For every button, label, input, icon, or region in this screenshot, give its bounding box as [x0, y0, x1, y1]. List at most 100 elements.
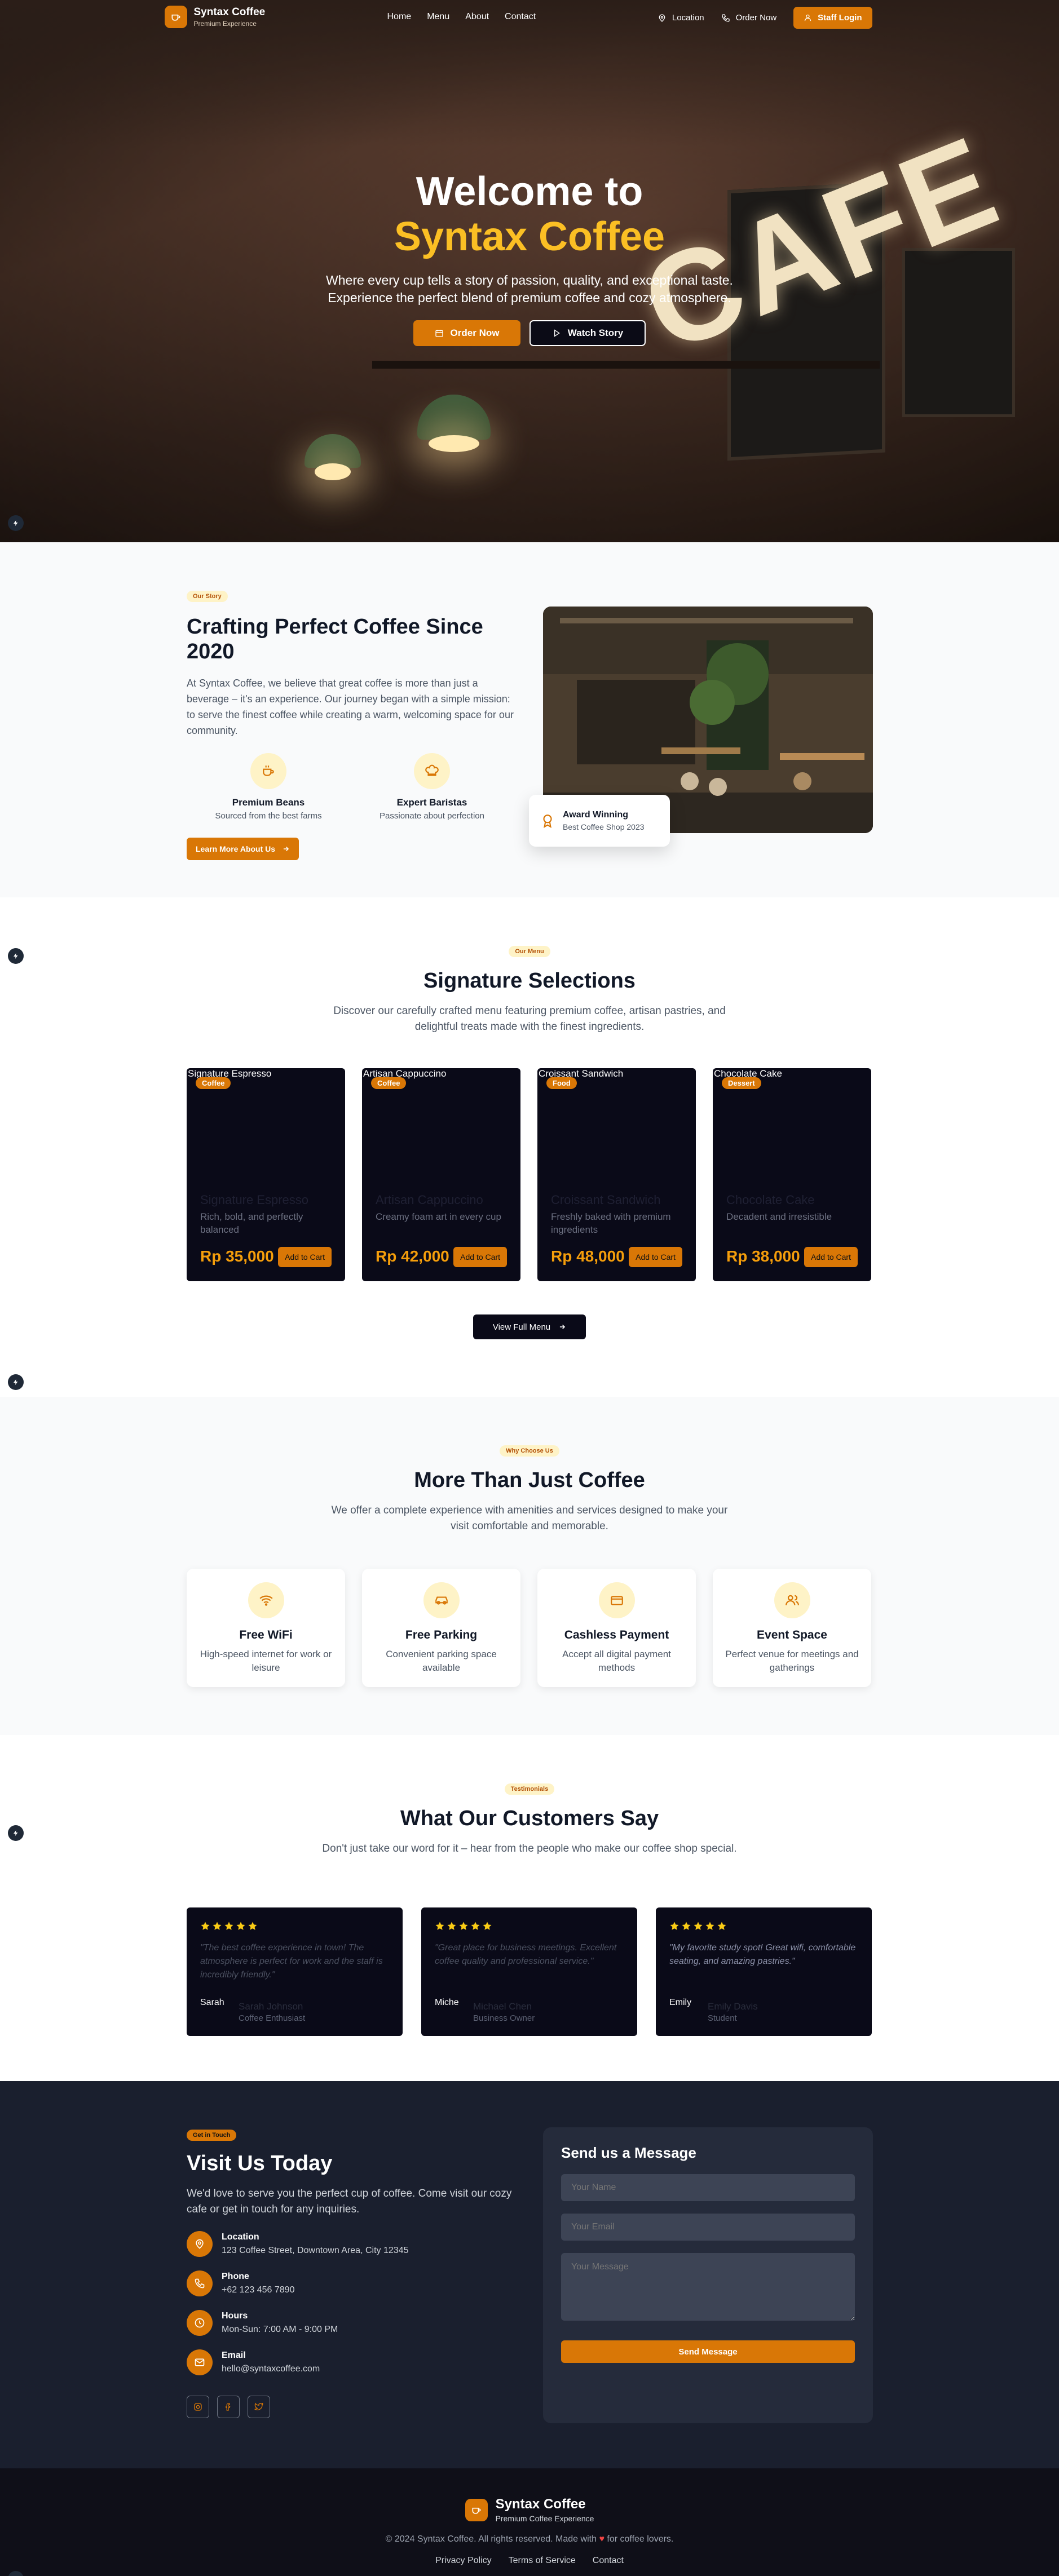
- star-rating: [435, 1921, 624, 1931]
- contact-item-location: Location 123 Coffee Street, Downtown Area…: [187, 2231, 514, 2257]
- testimonials-header: Testimonials What Our Customers Say Don'…: [0, 1735, 1059, 1857]
- users-icon: [774, 1582, 810, 1618]
- hero-title-line-1: Welcome to: [416, 169, 643, 214]
- menu-item-name: Artisan Cappuccino: [376, 1193, 483, 1207]
- map-pin-icon: [187, 2231, 213, 2257]
- award-icon: [540, 813, 555, 828]
- order-now-button[interactable]: Order Now: [413, 320, 520, 346]
- category-badge: Food: [546, 1077, 577, 1089]
- terms-of-service-link[interactable]: Terms of Service: [509, 2556, 576, 2566]
- nav-links: Home Menu About Contact: [387, 12, 536, 22]
- star-icon: [248, 1921, 258, 1931]
- contact-item-title: Phone: [222, 2272, 249, 2281]
- menu-item-description: Rich, bold, and perfectly balanced: [200, 1211, 303, 1235]
- bolt-icon[interactable]: [8, 515, 24, 531]
- menu-text: Discover our carefully crafted menu feat…: [333, 1005, 726, 1033]
- story-pill: Our Story: [187, 591, 228, 602]
- footer-contact-link[interactable]: Contact: [593, 2556, 624, 2566]
- contact-item-title: Location: [222, 2232, 259, 2242]
- bolt-icon[interactable]: [8, 1825, 24, 1841]
- order-now-link[interactable]: Order Now: [721, 13, 776, 23]
- add-to-cart-button[interactable]: Add to Cart: [453, 1247, 507, 1267]
- privacy-policy-link[interactable]: Privacy Policy: [435, 2556, 492, 2566]
- testimonial-card: "Great place for business meetings. Exce…: [421, 1907, 637, 2036]
- star-icon: [669, 1921, 679, 1931]
- facebook-icon[interactable]: [217, 2396, 240, 2418]
- nav-link-menu[interactable]: Menu: [427, 12, 449, 22]
- calendar-icon: [435, 329, 444, 338]
- name-input[interactable]: [561, 2174, 855, 2201]
- menu-section: Our Menu Signature Selections Discover o…: [0, 897, 1059, 1397]
- watch-story-button-label: Watch Story: [567, 327, 624, 338]
- arrow-right-icon: [558, 1323, 566, 1331]
- menu-item-name: Chocolate Cake: [726, 1193, 815, 1207]
- order-now-button-label: Order Now: [450, 327, 500, 338]
- add-to-cart-button[interactable]: Add to Cart: [278, 1247, 332, 1267]
- bolt-icon[interactable]: [8, 2571, 24, 2576]
- footer-links: Privacy Policy Terms of Service Contact: [0, 2556, 1059, 2566]
- testimonials-section: Testimonials What Our Customers Say Don'…: [0, 1735, 1059, 2081]
- category-badge: Coffee: [371, 1077, 407, 1089]
- hero-lamp-glow-small: [315, 463, 351, 480]
- coffee-cup-icon: [164, 6, 187, 28]
- amenity-subtitle: Accept all digital payment methods: [562, 1649, 671, 1673]
- hero-content: Welcome to Syntax Coffee Where every cup…: [0, 169, 1059, 346]
- menu-pill: Our Menu: [509, 946, 550, 957]
- menu-item-price: Rp 42,000: [376, 1247, 449, 1265]
- testimonial-quote: "My favorite study spot! Great wifi, com…: [669, 1943, 856, 1966]
- heart-icon: ♥: [599, 2534, 604, 2544]
- avatar-alt: Miche: [435, 1998, 459, 2007]
- menu-item-description: Decadent and irresistible: [726, 1211, 832, 1222]
- star-icon: [482, 1921, 492, 1931]
- nav-link-contact[interactable]: Contact: [505, 12, 536, 22]
- brand[interactable]: Syntax Coffee Premium Experience: [164, 6, 265, 28]
- testimonial-quote: "Great place for business meetings. Exce…: [435, 1943, 617, 1966]
- instagram-icon[interactable]: [187, 2396, 209, 2418]
- star-icon: [458, 1921, 469, 1931]
- star-icon: [200, 1921, 210, 1931]
- testimonial-role: Student: [708, 2013, 737, 2023]
- testimonials-pill: Testimonials: [504, 1783, 555, 1795]
- amenity-title: Cashless Payment: [564, 1628, 669, 1641]
- avatar-alt: Sarah: [200, 1998, 224, 2007]
- menu-item-description: Creamy foam art in every cup: [376, 1211, 501, 1222]
- testimonial-name: Sarah Johnson: [239, 2001, 303, 2012]
- phone-icon: [721, 14, 730, 23]
- testimonials-title: What Our Customers Say: [400, 1807, 659, 1830]
- hero-lamp-glow: [429, 435, 479, 452]
- contact-item-value: hello@syntaxcoffee.com: [222, 2364, 320, 2374]
- amenity-card: Cashless Payment Accept all digital paym…: [537, 1569, 696, 1687]
- twitter-icon[interactable]: [248, 2396, 270, 2418]
- nav-link-home[interactable]: Home: [387, 12, 412, 22]
- menu-title: Signature Selections: [423, 969, 636, 993]
- staff-login-button[interactable]: Staff Login: [793, 7, 872, 29]
- menu-item-price: Rp 48,000: [551, 1247, 625, 1265]
- nav-link-about[interactable]: About: [465, 12, 489, 22]
- learn-more-button[interactable]: Learn More About Us: [187, 838, 299, 860]
- phone-icon: [187, 2270, 213, 2296]
- amenity-subtitle: High-speed internet for work or leisure: [200, 1649, 332, 1673]
- amenity-card: Event Space Perfect venue for meetings a…: [713, 1569, 871, 1687]
- send-message-button[interactable]: Send Message: [561, 2340, 855, 2363]
- add-to-cart-button[interactable]: Add to Cart: [629, 1247, 682, 1267]
- footer-brand-subtitle: Premium Coffee Experience: [495, 2514, 594, 2523]
- testimonial-card: "My favorite study spot! Great wifi, com…: [656, 1907, 872, 2036]
- email-input[interactable]: [561, 2214, 855, 2241]
- bolt-icon[interactable]: [8, 1374, 24, 1390]
- message-textarea[interactable]: [561, 2253, 855, 2321]
- bolt-icon[interactable]: [8, 948, 24, 964]
- star-icon: [693, 1921, 703, 1931]
- why-header: Why Choose Us More Than Just Coffee We o…: [0, 1397, 1059, 1534]
- contact-item-value: Mon-Sun: 7:00 AM - 9:00 PM: [222, 2325, 338, 2334]
- location-link[interactable]: Location: [658, 13, 704, 23]
- story-title: Crafting Perfect Coffee Since 2020: [187, 615, 483, 663]
- category-badge: Coffee: [196, 1077, 231, 1089]
- watch-story-button[interactable]: Watch Story: [530, 320, 646, 346]
- view-full-menu-button[interactable]: View Full Menu: [473, 1314, 586, 1339]
- footer-brand: Syntax Coffee Premium Coffee Experience: [0, 2468, 1059, 2523]
- category-badge: Dessert: [722, 1077, 761, 1089]
- menu-item-name: Signature Espresso: [200, 1193, 308, 1207]
- amenity-subtitle: Perfect venue for meetings and gathering…: [725, 1649, 859, 1673]
- add-to-cart-button[interactable]: Add to Cart: [804, 1247, 858, 1267]
- amenity-card: Free WiFi High-speed internet for work o…: [187, 1569, 345, 1687]
